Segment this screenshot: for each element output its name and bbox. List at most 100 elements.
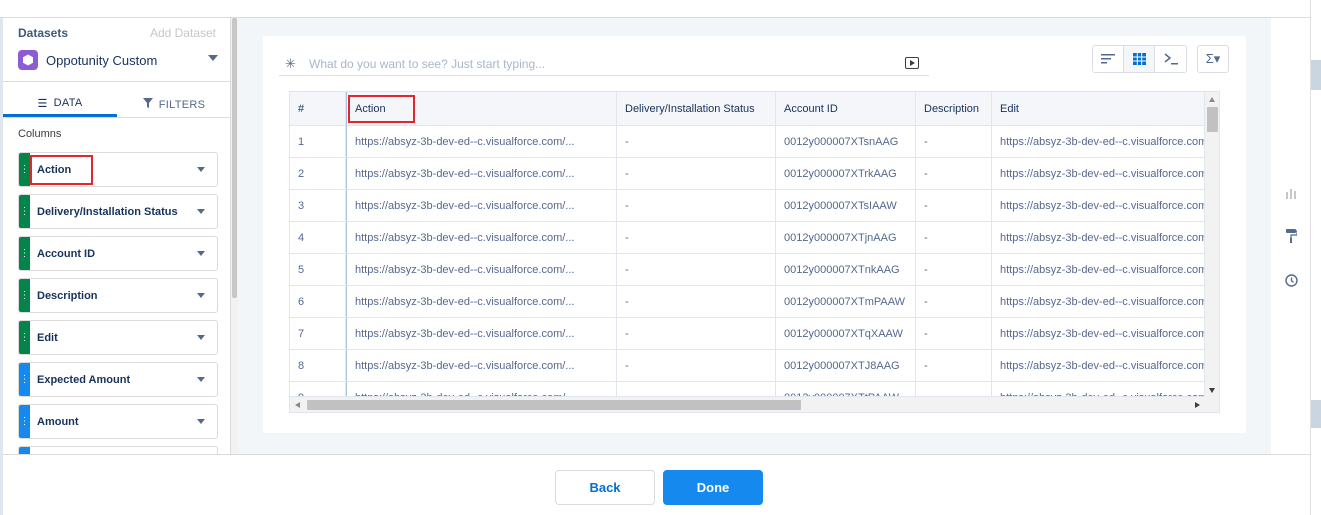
tab-data[interactable]: ☰ DATA xyxy=(3,92,117,117)
cell-delivery-status: - xyxy=(617,222,776,253)
header-edit[interactable]: Edit xyxy=(992,92,1205,126)
add-dataset-link[interactable]: Add Dataset xyxy=(150,26,216,40)
cell-edit: https://absyz-3b-dev-ed--c.visualforce.c… xyxy=(1000,135,1205,148)
table-view-icon xyxy=(1132,53,1146,65)
scroll-left-icon[interactable] xyxy=(295,402,300,408)
scroll-right-icon[interactable] xyxy=(1195,402,1200,408)
table-row[interactable]: 6 https://absyz-3b-dev-ed--c.visualforce… xyxy=(290,286,1205,318)
chevron-down-icon[interactable] xyxy=(197,335,205,340)
cell-description: - xyxy=(916,222,992,253)
table-header: # Action Delivery/Installation Status Ac… xyxy=(290,92,1205,126)
horizontal-scrollbar[interactable] xyxy=(290,396,1205,412)
sidebar-scrollbar[interactable] xyxy=(231,18,238,454)
column-label: Delivery/Installation Status xyxy=(37,205,178,218)
cell-delivery-status: - xyxy=(617,350,776,381)
table-row[interactable]: 3 https://absyz-3b-dev-ed--c.visualforce… xyxy=(290,190,1205,222)
cell-action: https://absyz-3b-dev-ed--c.visualforce.c… xyxy=(346,222,617,253)
cell-edit: https://absyz-3b-dev-ed--c.visualforce.c… xyxy=(1000,263,1205,276)
paint-roller-icon[interactable] xyxy=(1283,228,1299,244)
cell-action: https://absyz-3b-dev-ed--c.visualforce.c… xyxy=(346,254,617,285)
scroll-down-icon[interactable] xyxy=(1209,388,1215,393)
cell-action: https://absyz-3b-dev-ed--c.visualforce.c… xyxy=(346,350,617,381)
table-row[interactable]: 7 https://absyz-3b-dev-ed--c.visualforce… xyxy=(290,318,1205,350)
chevron-down-icon[interactable] xyxy=(197,377,205,382)
tab-filters[interactable]: FILTERS xyxy=(117,92,230,117)
cell-description: - xyxy=(916,318,992,349)
tab-filters-label: FILTERS xyxy=(158,98,206,111)
column-item-account-id[interactable]: ⋮ Account ID xyxy=(18,236,218,271)
drag-handle-icon[interactable]: ⋮ xyxy=(19,153,30,186)
cell-index: 6 xyxy=(290,286,346,317)
cell-delivery-status: - xyxy=(617,158,776,189)
chevron-down-icon[interactable] xyxy=(197,419,205,424)
table-row[interactable]: 2 https://absyz-3b-dev-ed--c.visualforce… xyxy=(290,158,1205,190)
column-item-amount[interactable]: ⋮ Amount xyxy=(18,404,218,439)
column-list: ⋮ Action ⋮ Delivery/Installation Status … xyxy=(18,152,218,454)
bar-chart-icon[interactable] xyxy=(1283,185,1299,201)
cell-action: https://absyz-3b-dev-ed--c.visualforce.c… xyxy=(346,286,617,317)
drag-handle-icon[interactable] xyxy=(19,447,30,454)
footer: Back Done xyxy=(3,454,1310,515)
drag-handle-icon[interactable]: ⋮ xyxy=(19,363,30,396)
cell-delivery-status: - xyxy=(617,318,776,349)
search-input[interactable]: What do you want to see? Just start typi… xyxy=(309,57,545,71)
column-label: Expected Amount xyxy=(37,373,131,386)
column-item-edit[interactable]: ⋮ Edit xyxy=(18,320,218,355)
drag-handle-icon[interactable]: ⋮ xyxy=(19,237,30,270)
table-row[interactable]: 4 https://absyz-3b-dev-ed--c.visualforce… xyxy=(290,222,1205,254)
view-toggle xyxy=(1092,45,1187,73)
cell-description: - xyxy=(916,350,992,381)
cell-index: 1 xyxy=(290,126,346,157)
header-description[interactable]: Description xyxy=(916,92,992,126)
formula-button[interactable] xyxy=(1155,46,1186,72)
search-bar[interactable]: ✳ What do you want to see? Just start ty… xyxy=(279,52,929,76)
cell-edit: https://absyz-3b-dev-ed--c.visualforce.c… xyxy=(1000,295,1205,308)
cell-index: 3 xyxy=(290,190,346,221)
drag-handle-icon[interactable]: ⋮ xyxy=(19,195,30,228)
cell-description: - xyxy=(916,158,992,189)
column-item-description[interactable]: ⋮ Description xyxy=(18,278,218,313)
header-account-id[interactable]: Account ID xyxy=(776,92,916,126)
sigma-icon[interactable]: Σ▾ xyxy=(1197,45,1229,73)
scroll-up-icon[interactable] xyxy=(1209,97,1215,102)
clock-icon[interactable] xyxy=(1283,272,1299,288)
cell-account-id: 0012y000007XTmPAAW xyxy=(776,286,916,317)
sidebar: Datasets Add Dataset Oppotunity Custom ☰… xyxy=(3,18,231,454)
table-row[interactable]: 5 https://absyz-3b-dev-ed--c.visualforce… xyxy=(290,254,1205,286)
column-item-delivery-status[interactable]: ⋮ Delivery/Installation Status xyxy=(18,194,218,229)
table-view-button[interactable] xyxy=(1124,46,1155,72)
chevron-down-icon[interactable] xyxy=(197,209,205,214)
cell-index: 5 xyxy=(290,254,346,285)
datasets-label: Datasets xyxy=(18,26,69,40)
chevron-down-icon[interactable] xyxy=(208,55,218,61)
chevron-down-icon[interactable] xyxy=(197,167,205,172)
cell-edit: https://absyz-3b-dev-ed--c.visualforce.c… xyxy=(1000,327,1205,340)
drag-handle-icon[interactable]: ⋮ xyxy=(19,405,30,438)
drag-handle-icon[interactable]: ⋮ xyxy=(19,279,30,312)
cell-delivery-status: - xyxy=(617,286,776,317)
drag-handle-icon[interactable]: ⋮ xyxy=(19,321,30,354)
cell-edit: https://absyz-3b-dev-ed--c.visualforce.c… xyxy=(1000,359,1205,372)
column-item-partial[interactable] xyxy=(18,446,218,454)
cell-account-id: 0012y000007XTrkAAG xyxy=(776,158,916,189)
cell-edit: https://absyz-3b-dev-ed--c.visualforce.c… xyxy=(1000,231,1205,244)
back-button[interactable]: Back xyxy=(555,470,655,505)
chevron-down-icon[interactable] xyxy=(197,251,205,256)
header-delivery-status[interactable]: Delivery/Installation Status xyxy=(617,92,776,126)
table-row[interactable]: 1 https://absyz-3b-dev-ed--c.visualforce… xyxy=(290,126,1205,158)
cell-account-id: 0012y000007XTqXAAW xyxy=(776,318,916,349)
column-item-expected-amount[interactable]: ⋮ Expected Amount xyxy=(18,362,218,397)
header-index[interactable]: # xyxy=(290,92,346,126)
cell-action: https://absyz-3b-dev-ed--c.visualforce.c… xyxy=(346,190,617,221)
run-icon[interactable] xyxy=(905,57,919,69)
table-row[interactable]: 8 https://absyz-3b-dev-ed--c.visualforce… xyxy=(290,350,1205,382)
table-body: 1 https://absyz-3b-dev-ed--c.visualforce… xyxy=(290,126,1205,412)
cell-action: https://absyz-3b-dev-ed--c.visualforce.c… xyxy=(346,126,617,157)
dataset-selector[interactable]: Oppotunity Custom xyxy=(18,49,218,71)
done-button[interactable]: Done xyxy=(663,470,763,505)
vertical-scrollbar[interactable] xyxy=(1204,92,1219,398)
column-label: Amount xyxy=(37,415,79,428)
chevron-down-icon[interactable] xyxy=(197,293,205,298)
chart-view-button[interactable] xyxy=(1093,46,1124,72)
cell-account-id: 0012y000007XTJ8AAG xyxy=(776,350,916,381)
